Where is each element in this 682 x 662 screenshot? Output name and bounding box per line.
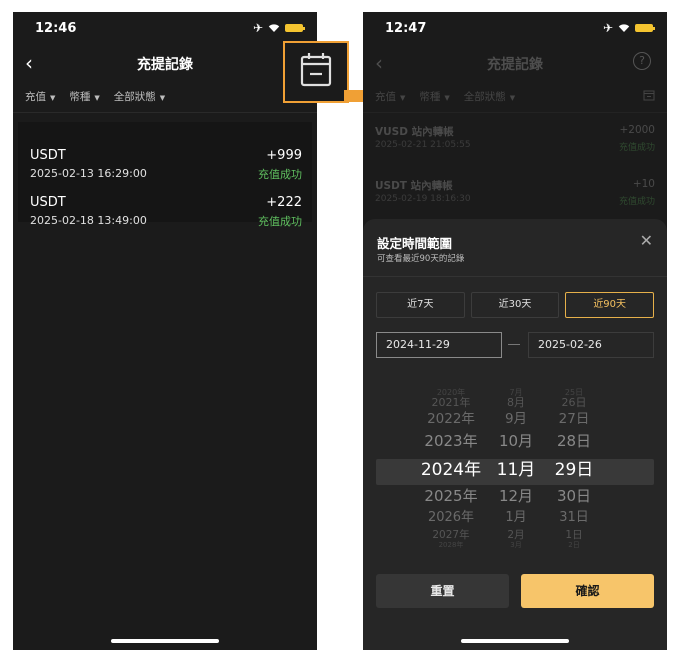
picker-day[interactable]: 2日	[552, 540, 596, 551]
calendar-icon[interactable]	[643, 89, 655, 104]
caret-down-icon: ▼	[94, 94, 100, 102]
picker-year[interactable]: 2025年	[416, 487, 486, 506]
start-date-field[interactable]: 2024-11-29	[376, 332, 502, 358]
picker-month[interactable]: 10月	[494, 432, 538, 451]
range-dash	[508, 344, 520, 345]
status-icons: ✈	[602, 21, 655, 35]
wifi-icon	[268, 23, 280, 33]
list-item[interactable]: VUSD 站內轉帳 2025-02-21 21:05:55 +2000 充值成功	[375, 124, 655, 160]
date-wheel-picker[interactable]: 2020年 2021年 2022年 2023年 2024年 2025年 2026年 2027年…	[376, 387, 654, 549]
filter-bar: 充值 ▼ 幣種 ▼ 全部狀態 ▼	[25, 89, 305, 107]
record-status: 充值成功	[618, 143, 655, 153]
close-icon[interactable]: ✕	[640, 231, 653, 250]
battery-icon	[285, 24, 305, 32]
list-item[interactable]: USDT 2025-02-18 13:49:00 +222 充值成功	[30, 195, 302, 235]
picker-day-selected[interactable]: 29日	[552, 460, 596, 481]
picker-month[interactable]: 1月	[494, 509, 538, 526]
picker-year-selected[interactable]: 2024年	[416, 460, 486, 481]
reset-button[interactable]: 重置	[376, 574, 509, 608]
airplane-icon: ✈	[602, 21, 613, 35]
picker-year[interactable]: 2026年	[416, 509, 486, 526]
calendar-icon	[300, 53, 332, 87]
record-currency: USDT	[30, 195, 66, 210]
caret-down-icon: ▼	[444, 94, 450, 102]
picker-day[interactable]: 31日	[552, 509, 596, 526]
caret-down-icon: ▼	[159, 94, 166, 102]
picker-year[interactable]: 2023年	[416, 432, 486, 451]
picker-year[interactable]: 2028年	[416, 540, 486, 551]
divider	[363, 112, 667, 113]
phone-screen-records: 12:46 ✈ ‹ 充提記錄 充值 ▼ 幣種 ▼ 全部狀態 ▼ USDT 2025-0…	[13, 12, 317, 650]
caret-down-icon: ▼	[50, 94, 56, 102]
filter-currency[interactable]: 幣種 ▼	[69, 89, 99, 107]
picker-year[interactable]: 2021年	[416, 395, 486, 410]
home-indicator	[111, 639, 219, 643]
list-item[interactable]: USDT 站內轉帳 2025-02-19 18:16:30 +10 充值成功	[375, 178, 655, 214]
picker-month-selected[interactable]: 11月	[494, 460, 538, 481]
chip-7-days[interactable]: 近7天	[376, 292, 465, 318]
picker-year[interactable]: 2022年	[416, 411, 486, 429]
picker-day[interactable]: 28日	[552, 432, 596, 451]
battery-icon	[635, 24, 655, 32]
picker-day[interactable]: 26日	[552, 395, 596, 410]
record-amount: +222	[266, 195, 302, 210]
status-icons: ✈	[252, 21, 305, 35]
picker-month[interactable]: 9月	[494, 411, 538, 429]
filter-status[interactable]: 全部狀態 ▼	[464, 89, 515, 107]
caret-down-icon: ▼	[400, 94, 406, 102]
confirm-button[interactable]: 確認	[521, 574, 654, 608]
phone-screen-date-picker: 12:47 ✈ ‹ 充提記錄 ? 充值 ▼ 幣種 ▼ 全部狀態 ▼ VUSD 站內轉帳…	[363, 12, 667, 650]
record-datetime: 2025-02-18 13:49:00	[30, 214, 147, 227]
range-chips: 近7天 近30天 近90天	[376, 292, 655, 318]
page-title: 充提記錄	[487, 57, 543, 73]
picker-month[interactable]: 12月	[494, 487, 538, 506]
calendar-button-callout[interactable]	[283, 41, 349, 103]
list-item[interactable]: USDT 2025-02-13 16:29:00 +999 充值成功	[30, 148, 302, 188]
nav-bar: ‹ 充提記錄	[13, 52, 317, 78]
home-indicator	[461, 639, 569, 643]
chip-90-days[interactable]: 近90天	[565, 292, 655, 318]
status-bar: 12:46 ✈	[13, 12, 317, 46]
page-title: 充提記錄	[137, 57, 193, 73]
record-status: 充值成功	[618, 197, 655, 207]
status-time: 12:46	[35, 21, 77, 36]
record-list: USDT 2025-02-13 16:29:00 +999 充值成功 USDT …	[18, 122, 312, 228]
record-datetime: 2025-02-21 21:05:55	[375, 140, 471, 150]
picker-month[interactable]: 8月	[494, 395, 538, 410]
wifi-icon	[618, 23, 630, 33]
record-title: VUSD 站內轉帳	[375, 126, 454, 138]
record-amount: +10	[632, 178, 655, 190]
date-range-inputs: 2024-11-29 2025-02-26	[376, 332, 654, 358]
help-icon[interactable]: ?	[633, 52, 651, 70]
divider	[13, 112, 317, 113]
nav-bar: ‹ 充提記錄 ?	[363, 52, 667, 78]
filter-status[interactable]: 全部狀態 ▼	[114, 89, 165, 107]
record-title: USDT 站內轉帳	[375, 180, 453, 192]
status-time: 12:47	[385, 21, 427, 36]
divider	[363, 276, 667, 277]
record-status: 充值成功	[258, 168, 302, 181]
airplane-icon: ✈	[252, 21, 263, 35]
picker-day[interactable]: 30日	[552, 487, 596, 506]
sheet-subtitle: 可查看最近90天的記錄	[377, 254, 465, 264]
caret-down-icon: ▼	[509, 94, 516, 102]
record-amount: +2000	[619, 124, 655, 136]
record-currency: USDT	[30, 148, 66, 163]
sheet-title: 設定時間範圍	[377, 236, 453, 251]
date-range-sheet: 設定時間範圍 可查看最近90天的記錄 ✕ 近7天 近30天 近90天 2024-…	[363, 219, 667, 650]
end-date-field[interactable]: 2025-02-26	[528, 332, 654, 358]
record-status: 充值成功	[258, 215, 302, 228]
status-bar: 12:47 ✈	[363, 12, 667, 46]
picker-month[interactable]: 3月	[494, 540, 538, 551]
filter-type[interactable]: 充值 ▼	[25, 89, 55, 107]
picker-day[interactable]: 27日	[552, 411, 596, 429]
chip-30-days[interactable]: 近30天	[470, 292, 560, 318]
record-amount: +999	[266, 148, 302, 163]
filter-currency[interactable]: 幣種 ▼	[419, 89, 449, 107]
record-datetime: 2025-02-19 18:16:30	[375, 194, 471, 204]
filter-type[interactable]: 充值 ▼	[375, 89, 405, 107]
record-datetime: 2025-02-13 16:29:00	[30, 167, 147, 180]
filter-bar: 充值 ▼ 幣種 ▼ 全部狀態 ▼	[375, 89, 655, 107]
